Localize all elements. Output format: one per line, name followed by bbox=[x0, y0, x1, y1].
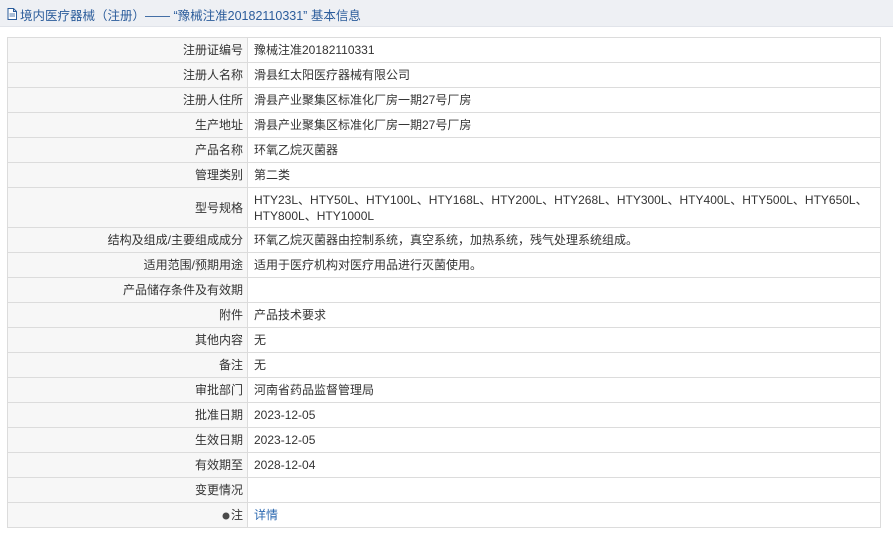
row-value: 2028-12-04 bbox=[247, 452, 881, 478]
row-value: 适用于医疗机构对医疗用品进行灭菌使用。 bbox=[247, 252, 881, 278]
row-label: 结构及组成/主要组成成分 bbox=[7, 227, 248, 253]
table-row: 注册证编号 豫械注准20182110331 bbox=[7, 37, 881, 63]
table-row: 附件 产品技术要求 bbox=[7, 302, 881, 328]
row-label: 审批部门 bbox=[7, 377, 248, 403]
page-title: 境内医疗器械（注册）—— “豫械注准20182110331” 基本信息 bbox=[20, 8, 361, 23]
row-label: 有效期至 bbox=[7, 452, 248, 478]
table-row: 注册人住所 滑县产业聚集区标准化厂房一期27号厂房 bbox=[7, 87, 881, 113]
row-label: 注册证编号 bbox=[7, 37, 248, 63]
row-label: 产品名称 bbox=[7, 137, 248, 163]
row-label: 注册人名称 bbox=[7, 62, 248, 88]
row-label: 生效日期 bbox=[7, 427, 248, 453]
table-row: 审批部门 河南省药品监督管理局 bbox=[7, 377, 881, 403]
row-label: 生产地址 bbox=[7, 112, 248, 138]
table-row: 其他内容 无 bbox=[7, 327, 881, 353]
note-label-cell: 注 bbox=[7, 502, 248, 528]
table-row: 有效期至 2028-12-04 bbox=[7, 452, 881, 478]
row-value: 产品技术要求 bbox=[247, 302, 881, 328]
row-label: 管理类别 bbox=[7, 162, 248, 188]
row-label: 附件 bbox=[7, 302, 248, 328]
row-label: 适用范围/预期用途 bbox=[7, 252, 248, 278]
row-label: 产品储存条件及有效期 bbox=[7, 277, 248, 303]
table-row: 生产地址 滑县产业聚集区标准化厂房一期27号厂房 bbox=[7, 112, 881, 138]
row-value: 无 bbox=[247, 352, 881, 378]
row-label: 注册人住所 bbox=[7, 87, 248, 113]
row-label: 型号规格 bbox=[7, 187, 248, 228]
row-value: 2023-12-05 bbox=[247, 402, 881, 428]
row-value: HTY23L、HTY50L、HTY100L、HTY168L、HTY200L、HT… bbox=[247, 187, 881, 228]
row-label: 批准日期 bbox=[7, 402, 248, 428]
row-value bbox=[247, 477, 881, 503]
note-value-cell: 详情 bbox=[247, 502, 881, 528]
row-label: 变更情况 bbox=[7, 477, 248, 503]
info-table: 注册证编号 豫械注准20182110331 注册人名称 滑县红太阳医疗器械有限公… bbox=[7, 37, 881, 528]
row-label: 备注 bbox=[7, 352, 248, 378]
row-value: 河南省药品监督管理局 bbox=[247, 377, 881, 403]
row-value: 豫械注准20182110331 bbox=[247, 37, 881, 63]
table-row: 结构及组成/主要组成成分 环氧乙烷灭菌器由控制系统，真空系统，加热系统，残气处理… bbox=[7, 227, 881, 253]
page-header: 境内医疗器械（注册）—— “豫械注准20182110331” 基本信息 bbox=[0, 0, 893, 27]
note-label: 注 bbox=[230, 508, 243, 522]
table-row: 适用范围/预期用途 适用于医疗机构对医疗用品进行灭菌使用。 bbox=[7, 252, 881, 278]
row-value: 无 bbox=[247, 327, 881, 353]
table-row: 备注 无 bbox=[7, 352, 881, 378]
table-row: 注册人名称 滑县红太阳医疗器械有限公司 bbox=[7, 62, 881, 88]
details-link[interactable]: 详情 bbox=[254, 508, 278, 522]
row-value: 滑县产业聚集区标准化厂房一期27号厂房 bbox=[247, 87, 881, 113]
table-row: 产品名称 环氧乙烷灭菌器 bbox=[7, 137, 881, 163]
row-value: 第二类 bbox=[247, 162, 881, 188]
row-label: 其他内容 bbox=[7, 327, 248, 353]
table-row-note: 注 详情 bbox=[7, 502, 881, 528]
table-row: 产品储存条件及有效期 bbox=[7, 277, 881, 303]
header-title-group: 境内医疗器械（注册）—— “豫械注准20182110331” 基本信息 bbox=[7, 6, 361, 23]
document-icon bbox=[7, 8, 17, 20]
table-row: 管理类别 第二类 bbox=[7, 162, 881, 188]
table-row: 批准日期 2023-12-05 bbox=[7, 402, 881, 428]
row-value: 滑县红太阳医疗器械有限公司 bbox=[247, 62, 881, 88]
info-table-container: 注册证编号 豫械注准20182110331 注册人名称 滑县红太阳医疗器械有限公… bbox=[7, 37, 881, 528]
table-row: 生效日期 2023-12-05 bbox=[7, 427, 881, 453]
row-value bbox=[247, 277, 881, 303]
row-value: 滑县产业聚集区标准化厂房一期27号厂房 bbox=[247, 112, 881, 138]
row-value: 环氧乙烷灭菌器 bbox=[247, 137, 881, 163]
table-row: 型号规格 HTY23L、HTY50L、HTY100L、HTY168L、HTY20… bbox=[7, 187, 881, 228]
pin-icon bbox=[222, 512, 230, 520]
table-row: 变更情况 bbox=[7, 477, 881, 503]
row-value: 2023-12-05 bbox=[247, 427, 881, 453]
row-value: 环氧乙烷灭菌器由控制系统，真空系统，加热系统，残气处理系统组成。 bbox=[247, 227, 881, 253]
